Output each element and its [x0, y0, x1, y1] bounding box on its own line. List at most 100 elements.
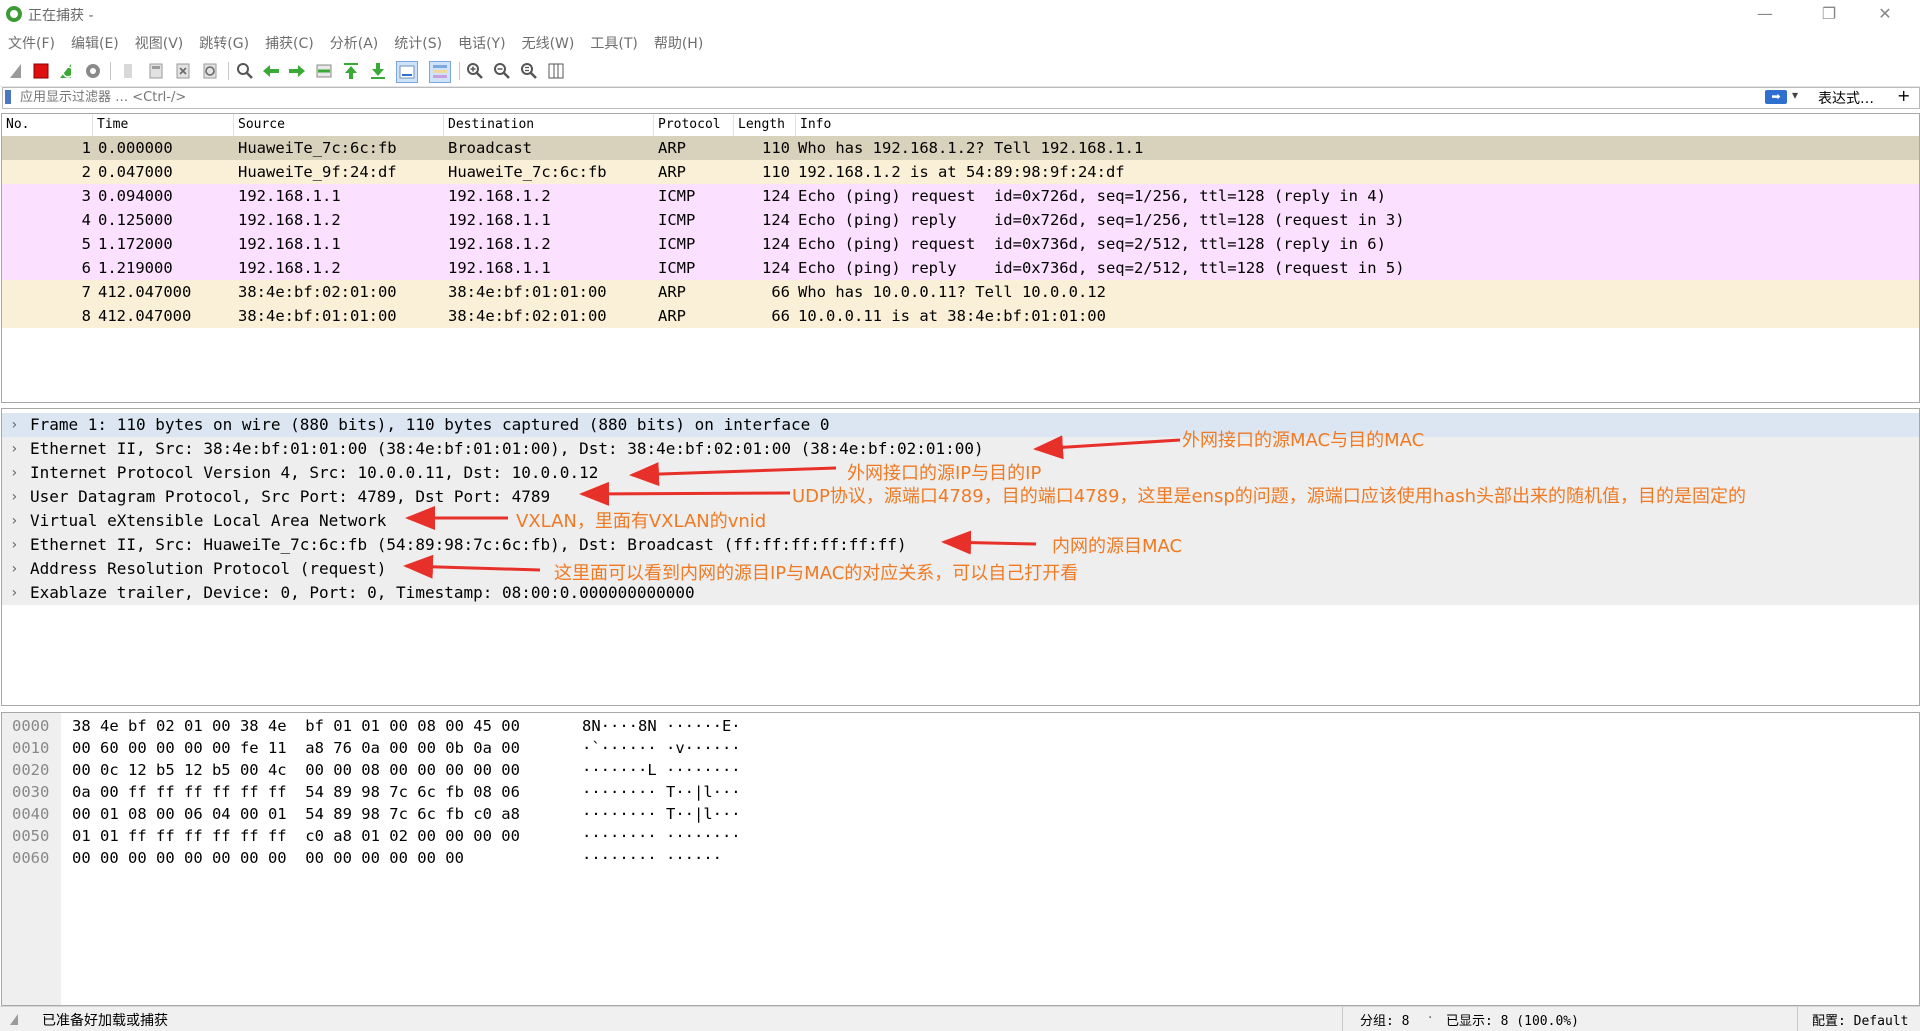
detail-tree-item[interactable]: › Ethernet II, Src: 38:4e:bf:01:01:00 (38…: [2, 437, 1919, 461]
stop-capture-icon[interactable]: [31, 61, 51, 81]
go-first-icon[interactable]: [341, 61, 361, 81]
packet-info: 192.168.1.2 is at 54:89:98:9f:24:df: [798, 163, 1125, 181]
annotation-arp: 这里面可以看到内网的源目IP与MAC的对应关系，可以自己打开看: [554, 563, 1079, 584]
column-header-destination[interactable]: Destination: [444, 114, 654, 136]
detail-text: Address Resolution Protocol (request): [30, 559, 387, 578]
expression-button[interactable]: 表达式…: [1818, 88, 1874, 108]
add-filter-button-plus-icon[interactable]: +: [1897, 86, 1910, 105]
go-to-packet-icon[interactable]: [314, 61, 334, 81]
annotation-udp: UDP协议，源端口4789，目的端口4789，这里是ensp的问题，源端口应该使…: [792, 486, 1747, 507]
display-filter-input[interactable]: [20, 88, 1740, 106]
menu-capture[interactable]: 捕获(C): [257, 30, 314, 53]
menu-edit[interactable]: 编辑(E): [63, 30, 119, 53]
colorize-icon[interactable]: [429, 61, 451, 83]
go-forward-icon[interactable]: [287, 61, 307, 81]
menu-telephony[interactable]: 电话(Y): [450, 30, 505, 53]
packet-row[interactable]: 1 0.000000 HuaweiTe_7c:6c:fb Broadcast ARP 11…: [2, 136, 1919, 160]
byte-hex[interactable]: 00 00 00 00 00 00 00 00 00 00 00 00 00 0…: [72, 847, 464, 869]
resize-columns-icon[interactable]: [546, 61, 566, 81]
apply-filter-arrow-icon[interactable]: ➡: [1765, 90, 1787, 104]
chevron-right-icon[interactable]: ›: [10, 533, 18, 557]
byte-ascii[interactable]: 8N····8N ······E·: [582, 715, 741, 737]
go-back-icon[interactable]: [261, 61, 281, 81]
packet-row[interactable]: 8 412.047000 38:4e:bf:01:01:00 38:4e:bf:02:…: [2, 304, 1919, 328]
byte-ascii[interactable]: ·······L ········: [582, 759, 741, 781]
byte-offset[interactable]: 0050: [12, 825, 49, 847]
detail-tree-item[interactable]: › Ethernet II, Src: HuaweiTe_7c:6c:fb (54…: [2, 533, 1919, 557]
column-header-source[interactable]: Source: [234, 114, 444, 136]
chevron-right-icon[interactable]: ›: [10, 581, 18, 605]
packet-info: Who has 10.0.0.11? Tell 10.0.0.12: [798, 283, 1106, 301]
byte-ascii[interactable]: ········ T··|l···: [582, 781, 741, 803]
expert-info-icon[interactable]: [8, 1011, 24, 1027]
bookmark-icon[interactable]: [5, 90, 11, 104]
zoom-normal-icon[interactable]: [519, 61, 539, 81]
minimize-button[interactable]: —: [1742, 0, 1788, 28]
save-file-icon[interactable]: [146, 61, 166, 81]
menu-go[interactable]: 跳转(G): [191, 30, 249, 53]
column-header-protocol[interactable]: Protocol: [654, 114, 734, 136]
chevron-right-icon[interactable]: ›: [10, 413, 18, 437]
find-packet-icon[interactable]: [235, 61, 255, 81]
menu-statistics[interactable]: 统计(S): [386, 30, 442, 53]
restart-capture-icon[interactable]: [57, 61, 77, 81]
zoom-in-icon[interactable]: [465, 61, 485, 81]
column-header-info[interactable]: Info: [796, 114, 1919, 136]
byte-ascii[interactable]: ·`······ ·v······: [582, 737, 741, 759]
column-header-length[interactable]: Length: [734, 114, 796, 136]
byte-hex[interactable]: 38 4e bf 02 01 00 38 4e bf 01 01 00 08 0…: [72, 715, 520, 737]
menu-wireless[interactable]: 无线(W): [514, 30, 575, 53]
packet-row[interactable]: 6 1.219000 192.168.1.2 192.168.1.1 ICMP 124 Ec…: [2, 256, 1919, 280]
go-last-icon[interactable]: [368, 61, 388, 81]
byte-offset[interactable]: 0030: [12, 781, 49, 803]
byte-hex[interactable]: 00 01 08 00 06 04 00 01 54 89 98 7c 6c f…: [72, 803, 520, 825]
status-profile[interactable]: 配置: Default: [1812, 1010, 1908, 1029]
menu-analyze[interactable]: 分析(A): [322, 30, 379, 53]
chevron-right-icon[interactable]: ›: [10, 461, 18, 485]
column-header-no[interactable]: No.: [2, 114, 93, 136]
chevron-right-icon[interactable]: ›: [10, 485, 18, 509]
byte-hex[interactable]: 01 01 ff ff ff ff ff ff c0 a8 01 02 00 0…: [72, 825, 520, 847]
menu-view[interactable]: 视图(V): [127, 30, 184, 53]
byte-ascii[interactable]: ········ T··|l···: [582, 803, 741, 825]
byte-ascii[interactable]: ········ ········: [582, 825, 741, 847]
shark-fin-start-icon[interactable]: [7, 61, 27, 81]
close-file-icon[interactable]: [173, 61, 193, 81]
byte-hex[interactable]: 0a 00 ff ff ff ff ff ff 54 89 98 7c 6c f…: [72, 781, 520, 803]
filter-history-chevron-down-icon[interactable]: ▾: [1792, 88, 1798, 102]
byte-hex[interactable]: 00 60 00 00 00 00 fe 11 a8 76 0a 00 00 0…: [72, 737, 520, 759]
byte-ascii[interactable]: ········ ······: [582, 847, 722, 869]
menu-file[interactable]: 文件(F): [0, 30, 55, 53]
zoom-out-icon[interactable]: [492, 61, 512, 81]
packet-row[interactable]: 2 0.047000 HuaweiTe_9f:24:df HuaweiTe_7c:6c…: [2, 160, 1919, 184]
byte-offset[interactable]: 0000: [12, 715, 49, 737]
detail-tree-item[interactable]: › Virtual eXtensible Local Area Network: [2, 509, 1919, 533]
reload-file-icon[interactable]: [200, 61, 220, 81]
detail-tree-item[interactable]: › Frame 1: 110 bytes on wire (880 bits), …: [2, 413, 1919, 437]
packet-row[interactable]: 3 0.094000 192.168.1.1 192.168.1.2 ICMP 124 Ec…: [2, 184, 1919, 208]
title-bar: [0, 0, 1920, 28]
byte-offset[interactable]: 0020: [12, 759, 49, 781]
restore-button[interactable]: ❐: [1806, 0, 1852, 28]
close-button[interactable]: ✕: [1862, 0, 1908, 28]
capture-options-icon[interactable]: [83, 61, 103, 81]
open-file-icon[interactable]: [118, 61, 138, 81]
column-header-time[interactable]: Time: [93, 114, 234, 136]
packet-list[interactable]: No. Time Source Destination Protocol Len…: [1, 113, 1920, 403]
packet-length: 124: [762, 187, 790, 205]
packet-row[interactable]: 5 1.172000 192.168.1.1 192.168.1.2 ICMP 124 Ec…: [2, 232, 1919, 256]
autoscroll-icon[interactable]: [396, 61, 418, 83]
byte-offset[interactable]: 0040: [12, 803, 49, 825]
byte-offset[interactable]: 0060: [12, 847, 49, 869]
chevron-right-icon[interactable]: ›: [10, 557, 18, 581]
byte-hex[interactable]: 00 0c 12 b5 12 b5 00 4c 00 00 08 00 00 0…: [72, 759, 520, 781]
packet-row[interactable]: 7 412.047000 38:4e:bf:02:01:00 38:4e:bf:01:…: [2, 280, 1919, 304]
packet-details[interactable]: › Frame 1: 110 bytes on wire (880 bits), …: [1, 408, 1920, 706]
packet-bytes[interactable]: 0000 38 4e bf 02 01 00 38 4e bf 01 01 00 …: [1, 712, 1920, 1006]
chevron-right-icon[interactable]: ›: [10, 509, 18, 533]
byte-offset[interactable]: 0010: [12, 737, 49, 759]
chevron-right-icon[interactable]: ›: [10, 437, 18, 461]
menu-tools[interactable]: 工具(T): [582, 30, 637, 53]
packet-row[interactable]: 4 0.125000 192.168.1.2 192.168.1.1 ICMP 124 Ec…: [2, 208, 1919, 232]
menu-help[interactable]: 帮助(H): [646, 30, 703, 53]
